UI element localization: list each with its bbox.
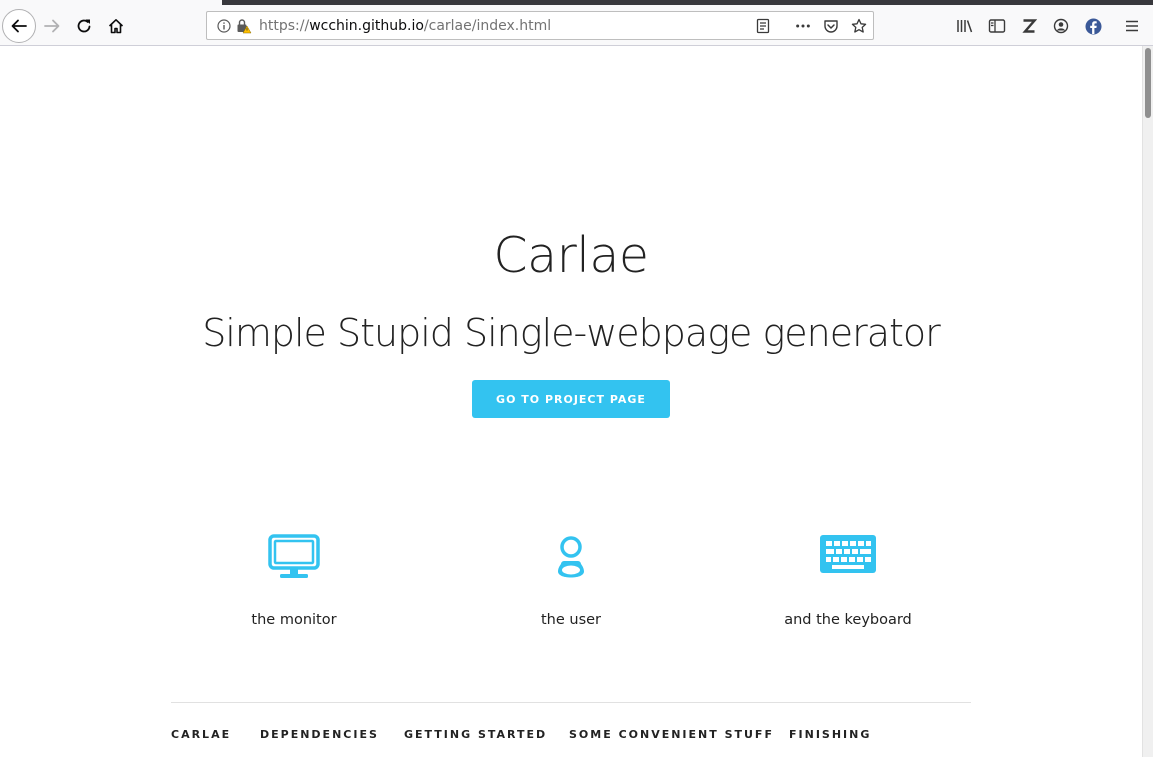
- site-subtitle: Simple Stupid Single-webpage generator: [202, 311, 941, 355]
- tab-strip: [222, 0, 1153, 5]
- site-title: Carlae: [493, 227, 649, 284]
- info-icon[interactable]: [216, 18, 232, 34]
- zotero-button[interactable]: [1013, 10, 1045, 42]
- facebook-button[interactable]: [1077, 10, 1109, 42]
- url-path: /carlae/index.html: [423, 18, 552, 34]
- home-button[interactable]: [100, 10, 132, 42]
- nav-item-some-convenient-stuff[interactable]: SOME CONVENIENT STUFF: [569, 728, 774, 741]
- nav-item-dependencies[interactable]: DEPENDENCIES: [260, 728, 379, 741]
- url-host: wcchin.github.io: [309, 18, 424, 34]
- account-icon: [1053, 18, 1069, 34]
- reader-view-icon[interactable]: [755, 18, 771, 34]
- web-page: Carlae Simple Stupid Single-webpage gene…: [0, 46, 1142, 757]
- reload-button[interactable]: [68, 10, 100, 42]
- page-scrollbar[interactable]: [1142, 46, 1153, 757]
- feature-label: and the keyboard: [784, 612, 912, 628]
- nav-item-carlae[interactable]: CARLAE: [171, 728, 231, 741]
- sidebar-icon: [988, 19, 1006, 33]
- go-to-project-page-button[interactable]: GO TO PROJECT PAGE: [472, 380, 670, 418]
- page-actions-icon[interactable]: [795, 18, 811, 34]
- user-icon: [558, 536, 584, 578]
- feature-monitor: the monitor: [164, 534, 424, 628]
- back-button[interactable]: [2, 9, 36, 43]
- back-icon: [11, 19, 27, 33]
- home-icon: [108, 19, 124, 34]
- url-scheme: https://: [259, 18, 310, 34]
- insecure-lock-icon[interactable]: [236, 18, 252, 34]
- sidebar-button[interactable]: [981, 10, 1013, 42]
- forward-button[interactable]: [36, 10, 68, 42]
- menu-button[interactable]: [1116, 10, 1148, 42]
- browser-toolbar: https://wcchin.github.io/carlae/index.ht…: [0, 0, 1153, 46]
- monitor-icon: [268, 534, 320, 578]
- zotero-icon: [1022, 19, 1037, 33]
- url-text[interactable]: https://wcchin.github.io/carlae/index.ht…: [259, 18, 551, 34]
- section-divider: [171, 702, 971, 703]
- feature-label: the user: [540, 612, 602, 628]
- library-icon: [957, 20, 973, 33]
- nav-item-getting-started[interactable]: GETTING STARTED: [404, 728, 547, 741]
- feature-label: the monitor: [251, 612, 337, 628]
- library-button[interactable]: [949, 10, 981, 42]
- account-button[interactable]: [1045, 10, 1077, 42]
- menu-icon: [1126, 20, 1138, 32]
- feature-keyboard: and the keyboard: [718, 534, 978, 628]
- pocket-icon[interactable]: [823, 18, 839, 34]
- nav-item-finishing[interactable]: FINISHING: [789, 728, 871, 741]
- keyboard-icon: [820, 535, 876, 573]
- forward-icon: [44, 19, 60, 33]
- scrollbar-thumb[interactable]: [1145, 48, 1151, 118]
- bookmark-star-icon[interactable]: [851, 18, 867, 34]
- url-bar[interactable]: https://wcchin.github.io/carlae/index.ht…: [206, 11, 874, 40]
- reload-icon: [77, 19, 91, 33]
- facebook-icon: [1085, 18, 1101, 34]
- feature-user: the user: [441, 534, 701, 628]
